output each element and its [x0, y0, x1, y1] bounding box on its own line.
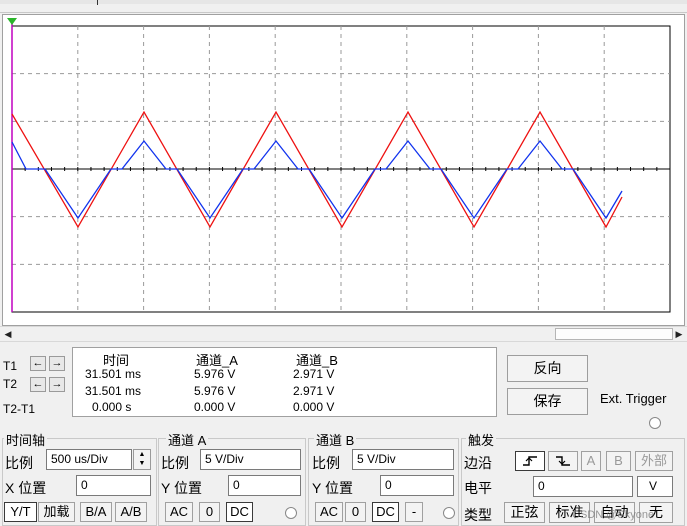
ext-trigger-radio[interactable] — [649, 417, 661, 429]
t1-right-arrow-icon[interactable]: → — [49, 356, 65, 371]
t2-t1-label: T2-T1 — [3, 402, 36, 416]
channel-a-dc-button[interactable]: DC — [226, 502, 253, 522]
t2-label: T2 — [3, 377, 18, 391]
trigger-source-b-button[interactable]: B — [606, 451, 631, 471]
scroll-thumb[interactable] — [555, 328, 673, 340]
cursor-marker-t1 — [7, 18, 17, 25]
channel-b-ypos-label: Y 位置 — [312, 480, 353, 496]
trigger-type-sine-button[interactable]: 正弦 — [504, 502, 545, 523]
channel-b-scale-field[interactable]: 5 V/Div — [352, 449, 454, 470]
x-position-label: X 位置 — [5, 480, 47, 496]
trigger-title: 触发 — [466, 430, 497, 449]
channel-a-title: 通道 A — [166, 430, 209, 449]
mode-ba-button[interactable]: B/A — [80, 502, 112, 522]
scroll-right-icon[interactable]: ▶ — [671, 327, 687, 341]
falling-edge-icon[interactable] — [548, 451, 578, 471]
t1-channel-b: 2.971 V — [293, 367, 335, 381]
timebase-scale-label: 比例 — [5, 455, 33, 471]
channel-b-radio[interactable] — [443, 507, 455, 519]
timebase-title: 时间轴 — [4, 430, 48, 449]
channel-a-scale-label: 比例 — [161, 455, 189, 471]
rising-edge-icon[interactable] — [515, 451, 545, 471]
diff-channel-b: 0.000 V — [293, 400, 335, 414]
timebase-scale-field[interactable]: 500 us/Div — [46, 449, 132, 470]
channel-b-zero-button[interactable]: 0 — [345, 502, 366, 522]
mode-add-button[interactable]: 加载 — [38, 502, 75, 522]
channel-b-trace — [11, 139, 623, 220]
horizontal-scrollbar[interactable]: ◀ ▶ — [0, 326, 687, 342]
t1-channel-a: 5.976 V — [194, 367, 236, 381]
t2-left-arrow-icon[interactable]: ← — [30, 377, 46, 392]
channel-b-ac-button[interactable]: AC — [315, 502, 343, 522]
reverse-button[interactable]: 反向 — [507, 355, 588, 382]
channel-b-scale-label: 比例 — [312, 455, 340, 471]
trigger-type-label: 类型 — [464, 507, 492, 523]
mode-yt-button[interactable]: Y/T — [4, 502, 37, 522]
trigger-level-field[interactable]: 0 — [533, 476, 633, 497]
oscilloscope-screen[interactable] — [2, 14, 685, 326]
save-button[interactable]: 保存 — [507, 388, 588, 415]
t2-right-arrow-icon[interactable]: → — [49, 377, 65, 392]
trigger-external-button[interactable]: 外部 — [635, 451, 673, 471]
diff-time: 0.000 s — [92, 400, 132, 414]
t1-label: T1 — [3, 359, 18, 373]
channel-a-ypos-field[interactable]: 0 — [228, 475, 301, 496]
cursor-readout-table: 时间 通道_A 通道_B 31.501 ms 5.976 V 2.971 V 3… — [72, 347, 497, 417]
channel-a-ac-button[interactable]: AC — [165, 502, 193, 522]
t2-channel-a: 5.976 V — [194, 384, 236, 398]
t2-channel-b: 2.971 V — [293, 384, 335, 398]
channel-a-scale-field[interactable]: 5 V/Div — [200, 449, 301, 470]
top-strip — [0, 0, 687, 13]
channel-a-zero-button[interactable]: 0 — [199, 502, 220, 522]
channel-b-ypos-field[interactable]: 0 — [380, 475, 454, 496]
x-position-field[interactable]: 0 — [76, 475, 151, 496]
watermark: CSDN @Skyone — [572, 509, 655, 521]
t2-time: 31.501 ms — [85, 384, 142, 398]
waveform-plot — [7, 18, 671, 313]
trigger-source-a-button[interactable]: A — [581, 451, 601, 471]
t1-time: 31.501 ms — [85, 367, 142, 381]
trigger-level-label: 电平 — [464, 480, 492, 496]
trigger-edge-label: 边沿 — [464, 455, 492, 471]
channel-b-invert-button[interactable]: - — [405, 502, 423, 522]
channel-a-radio[interactable] — [285, 507, 297, 519]
diff-channel-a: 0.000 V — [194, 400, 236, 414]
timebase-scale-spinner[interactable]: ▲ ▼ — [133, 449, 151, 470]
scroll-left-icon[interactable]: ◀ — [0, 327, 16, 341]
channel-b-dc-button[interactable]: DC — [372, 502, 399, 522]
ext-trigger-label: Ext. Trigger — [600, 391, 667, 406]
trigger-level-unit[interactable]: V — [637, 476, 673, 497]
channel-a-ypos-label: Y 位置 — [161, 480, 202, 496]
t1-left-arrow-icon[interactable]: ← — [30, 356, 46, 371]
mode-ab-button[interactable]: A/B — [115, 502, 147, 522]
channel-b-title: 通道 B — [314, 430, 357, 449]
